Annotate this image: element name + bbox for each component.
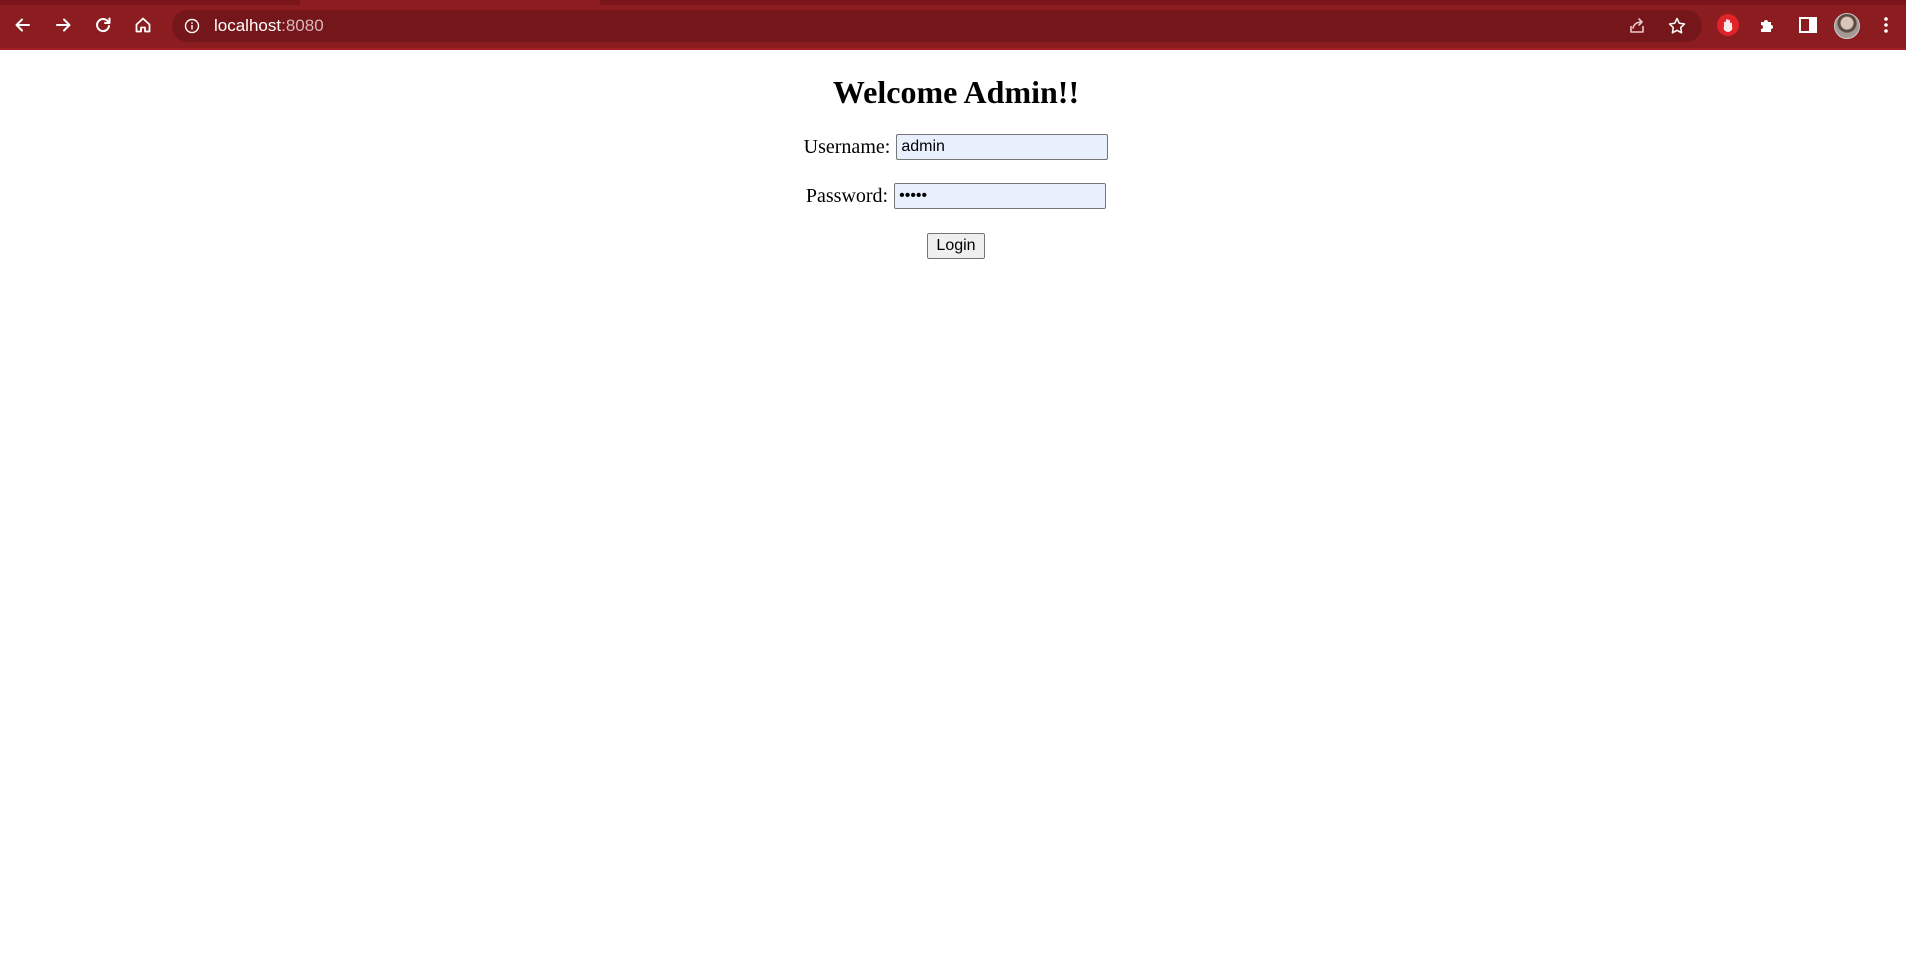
login-button[interactable]: Login (927, 233, 985, 259)
hand-stop-extension-icon (1717, 14, 1739, 36)
arrow-left-icon (15, 18, 30, 32)
info-icon[interactable] (184, 18, 200, 34)
username-row: Username: (0, 134, 1906, 160)
back-button[interactable] (9, 11, 37, 39)
url-port: :8080 (281, 16, 324, 35)
browser-menu-button[interactable] (1874, 13, 1898, 37)
tab-strip (0, 0, 1906, 5)
url-host: localhost (214, 16, 282, 35)
reload-button[interactable] (89, 11, 117, 39)
address-bar[interactable]: localhost:8080 (172, 10, 1702, 42)
browser-toolbar: localhost:8080 (0, 0, 1906, 50)
reload-icon (96, 17, 111, 33)
page-content: Welcome Admin!! Username: Password: Logi… (0, 50, 1906, 970)
url-text[interactable]: localhost:8080 (214, 10, 324, 42)
login-row: Login (0, 233, 1906, 259)
home-button[interactable] (129, 11, 157, 39)
star-icon (1668, 17, 1686, 34)
extensions-button[interactable] (1756, 13, 1780, 37)
puzzle-icon (1761, 20, 1773, 32)
arrow-right-icon (56, 18, 71, 32)
password-label: Password: (805, 184, 889, 207)
username-label: Username: (803, 135, 891, 158)
password-row: Password: (0, 183, 1906, 209)
bookmark-button[interactable] (1667, 16, 1687, 36)
home-icon (135, 17, 151, 33)
side-panel-icon (1799, 17, 1817, 33)
password-input[interactable] (894, 183, 1107, 209)
stop-extension-button[interactable] (1716, 13, 1740, 37)
active-tab-edge (300, 0, 600, 5)
share-button[interactable] (1627, 16, 1647, 36)
kebab-menu-icon (1884, 17, 1888, 33)
share-icon (1630, 18, 1644, 33)
page-title: Welcome Admin!! (832, 74, 1080, 110)
forward-button[interactable] (49, 11, 77, 39)
username-input[interactable] (896, 134, 1109, 160)
side-panel-button[interactable] (1796, 13, 1820, 37)
profile-avatar[interactable] (1834, 13, 1860, 39)
